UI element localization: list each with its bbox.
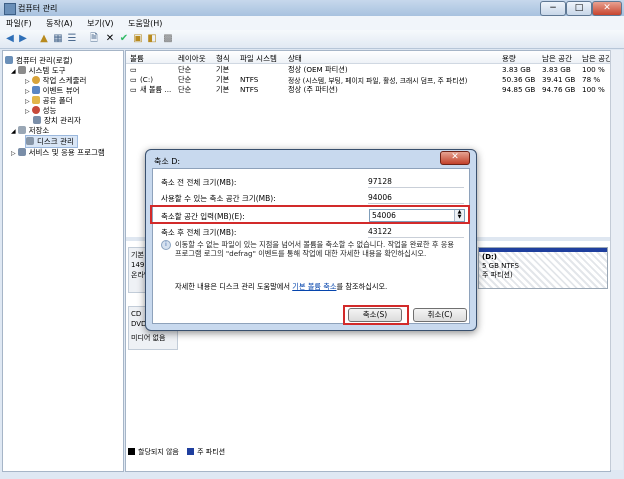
partition-d[interactable]: (D:) 5 GB NTFS 주 파티션) bbox=[478, 247, 608, 289]
available-value: 94006 bbox=[368, 193, 464, 204]
performance-icon bbox=[31, 106, 40, 114]
title-bar: 컴퓨터 관리 − □ ✕ bbox=[0, 0, 624, 16]
dialog-title: 축소 D: bbox=[154, 157, 181, 166]
volume-row[interactable]: ▭ 단순 기본 정상 (OEM 파티션) 3.83 GB 3.83 GB 100… bbox=[126, 65, 610, 75]
dialog-body: 축소 전 전체 크기(MB): 97128 사용할 수 있는 축소 공간 크기(… bbox=[150, 168, 470, 325]
help-text: 자세한 내용은 디스크 관리 도움말에서 기본 볼륨 축소를 참조하십시오. bbox=[175, 282, 388, 291]
storage-icon bbox=[17, 126, 26, 134]
drive-icon: ▭ bbox=[130, 65, 137, 74]
col-free-space[interactable]: 남은 공간 bbox=[542, 53, 572, 64]
col-layout[interactable]: 레이아웃 bbox=[178, 53, 206, 64]
tree-services[interactable]: ▷ 서비스 및 응용 프로그램 bbox=[11, 147, 105, 158]
folder-search-icon[interactable]: ◧ bbox=[146, 33, 158, 45]
shrink-button[interactable]: 축소(S) bbox=[348, 308, 402, 322]
primary-swatch bbox=[187, 448, 195, 455]
list-view-icon[interactable]: ☰ bbox=[66, 33, 78, 45]
toolbar: ◀ ▶ ▲ ▦ ☰ 🗎 ✕ ✔ ▣ ◧ ▩ bbox=[0, 30, 624, 49]
total-after-value: 43122 bbox=[368, 227, 464, 238]
delete-icon[interactable]: ✕ bbox=[104, 33, 116, 45]
col-type[interactable]: 형식 bbox=[216, 53, 230, 64]
col-filesystem[interactable]: 파일 시스템 bbox=[240, 53, 277, 64]
shrink-dialog: 축소 D: ✕ 축소 전 전체 크기(MB): 97128 사용할 수 있는 축… bbox=[145, 149, 477, 331]
menu-bar: 파일(F) 동작(A) 보기(V) 도움말(H) bbox=[0, 16, 624, 30]
chevron-right-icon[interactable]: ▷ bbox=[11, 150, 16, 157]
volume-list-header: 볼륨 레이아웃 형식 파일 시스템 상태 용량 남은 공간 남은 공간 bbox=[126, 51, 612, 64]
chevron-right-icon[interactable]: ▷ bbox=[25, 98, 30, 105]
drive-icon: ▭ bbox=[130, 75, 137, 84]
close-button[interactable]: ✕ bbox=[592, 1, 622, 16]
unallocated-swatch bbox=[128, 448, 135, 455]
tools-icon bbox=[17, 66, 26, 74]
event-viewer-icon bbox=[31, 86, 40, 94]
open-folder-icon[interactable]: ▣ bbox=[132, 33, 144, 45]
computer-management-icon bbox=[4, 3, 16, 15]
computer-management-window: 컴퓨터 관리 − □ ✕ 파일(F) 동작(A) 보기(V) 도움말(H) ◀ … bbox=[0, 0, 624, 479]
drive-icon: ▭ bbox=[130, 85, 137, 94]
volume-row[interactable]: ▭ 새 볼륨 ... 단순 기본 NTFS 정상 (주 파티션) 94.85 G… bbox=[126, 85, 610, 95]
back-icon[interactable]: ◀ bbox=[4, 33, 16, 45]
available-label: 사용할 수 있는 축소 공간 크기(MB): bbox=[161, 194, 276, 203]
vertical-scrollbar[interactable] bbox=[610, 50, 623, 470]
device-manager-icon bbox=[33, 116, 41, 124]
menu-file[interactable]: 파일(F) bbox=[0, 16, 38, 29]
services-icon bbox=[17, 148, 26, 156]
col-status[interactable]: 상태 bbox=[288, 53, 302, 64]
properties-icon[interactable]: 🗎 bbox=[88, 33, 100, 45]
forward-icon[interactable]: ▶ bbox=[17, 33, 29, 45]
disk-icon bbox=[26, 137, 34, 145]
window-title: 컴퓨터 관리 bbox=[18, 4, 58, 13]
expand-arrow-icon[interactable]: ◢ bbox=[11, 68, 16, 75]
clock-icon bbox=[31, 76, 40, 84]
menu-action[interactable]: 동작(A) bbox=[40, 16, 78, 29]
navigation-tree: 컴퓨터 관리(로컬) ◢ 시스템 도구 ▷ 작업 스케줄러 ▷ 이벤트 뷰어 ▷ 공유 … bbox=[2, 50, 124, 472]
chevron-right-icon[interactable]: ▷ bbox=[25, 88, 30, 95]
chevron-right-icon[interactable]: ▷ bbox=[25, 78, 30, 85]
menu-view[interactable]: 보기(V) bbox=[81, 16, 119, 29]
info-message: i 이동할 수 없는 파일이 있는 지점을 넘어서 볼륨을 축소할 수 없습니다… bbox=[161, 240, 461, 258]
shrink-amount-label: 축소할 공간 입력(MB)(E): bbox=[161, 212, 245, 221]
total-before-label: 축소 전 전체 크기(MB): bbox=[161, 178, 237, 187]
total-after-label: 축소 후 전체 크기(MB): bbox=[161, 228, 237, 237]
volume-row[interactable]: ▭ (C:) 단순 기본 NTFS 정상 (시스템, 부팅, 페이지 파일, 활… bbox=[126, 75, 610, 85]
grid-icon[interactable]: ▩ bbox=[162, 33, 174, 45]
show-tree-icon[interactable]: ▦ bbox=[52, 33, 64, 45]
total-before-value: 97128 bbox=[368, 177, 464, 188]
minimize-button[interactable]: − bbox=[540, 1, 566, 16]
chevron-right-icon[interactable]: ▷ bbox=[25, 108, 30, 115]
up-folder-icon[interactable]: ▲ bbox=[38, 33, 50, 45]
help-link[interactable]: 기본 볼륨 축소 bbox=[292, 282, 336, 291]
spinner-arrows-icon[interactable]: ▲ ▼ bbox=[454, 210, 464, 221]
col-free-percent[interactable]: 남은 공간 bbox=[582, 53, 612, 64]
check-icon[interactable]: ✔ bbox=[118, 33, 130, 45]
menu-help[interactable]: 도움말(H) bbox=[122, 16, 168, 29]
expand-arrow-icon[interactable]: ◢ bbox=[11, 128, 16, 135]
shrink-amount-value[interactable]: 54006 bbox=[372, 211, 396, 220]
maximize-button[interactable]: □ bbox=[566, 1, 592, 16]
info-icon: i bbox=[161, 240, 171, 250]
computer-icon bbox=[5, 56, 13, 64]
shrink-amount-spinner[interactable]: 54006 ▲ ▼ bbox=[369, 209, 465, 222]
cancel-button[interactable]: 취소(C) bbox=[413, 308, 467, 322]
dialog-close-button[interactable]: ✕ bbox=[440, 151, 470, 165]
shared-folder-icon bbox=[31, 96, 40, 104]
col-capacity[interactable]: 용량 bbox=[502, 53, 516, 64]
col-volume[interactable]: 볼륨 bbox=[130, 53, 144, 64]
disk-legend: 할당되지 않음 주 파티션 bbox=[128, 447, 225, 457]
